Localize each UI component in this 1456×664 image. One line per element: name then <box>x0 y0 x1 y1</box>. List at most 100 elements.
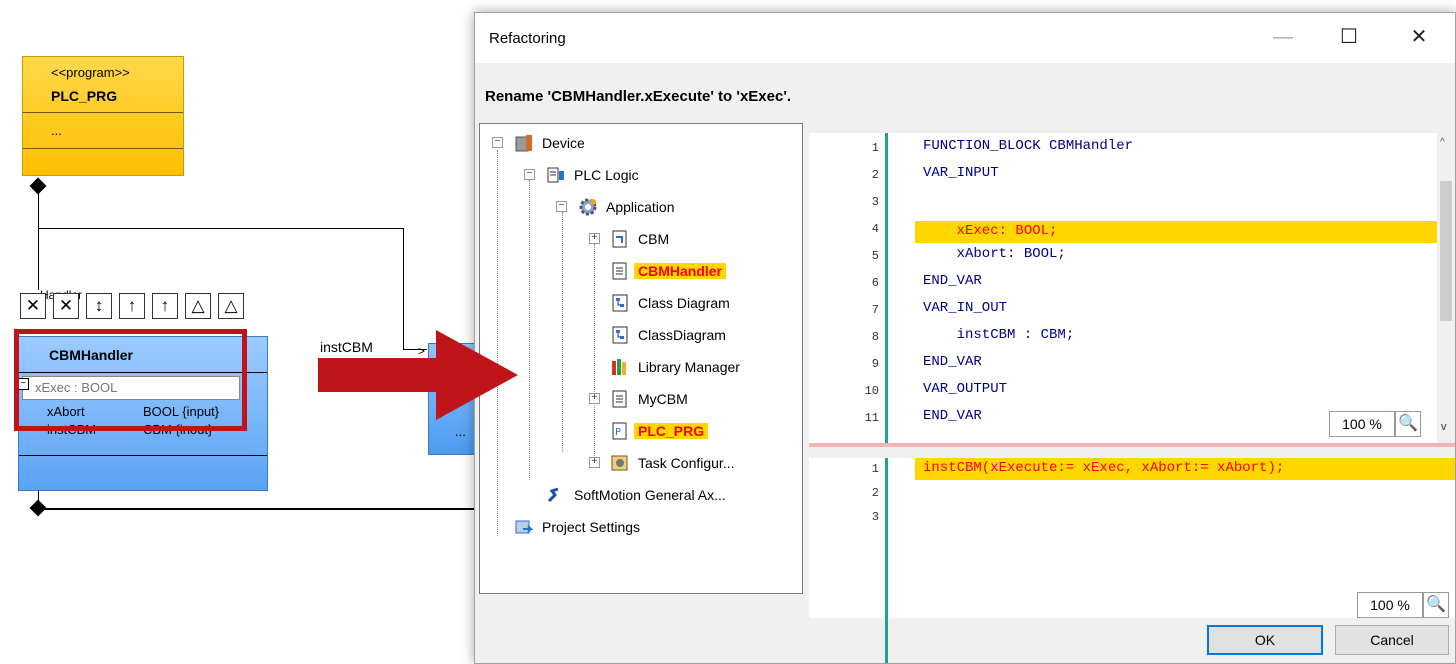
editor-gutter <box>885 458 888 663</box>
line-number: 9 <box>871 357 879 371</box>
library-icon <box>610 357 630 377</box>
tree-item-label: ClassDiagram <box>638 327 726 343</box>
zoom-icon[interactable]: 🔍 <box>1395 411 1421 437</box>
tree-item-label: SoftMotion General Ax... <box>574 487 726 503</box>
zoom-level-bottom[interactable]: 100 % <box>1357 592 1423 618</box>
realization-tool-button[interactable]: △ <box>218 293 244 319</box>
line-number: 2 <box>871 168 879 182</box>
line-number: 4 <box>871 222 879 236</box>
line-number: 1 <box>871 141 879 155</box>
line-number: 3 <box>871 510 879 524</box>
svg-text:P: P <box>615 427 621 438</box>
collapse-icon[interactable]: − <box>492 137 503 148</box>
line-number: 6 <box>871 276 879 290</box>
collapse-icon[interactable]: − <box>556 201 567 212</box>
declaration-editor[interactable]: 1 FUNCTION_BLOCK CBMHandler 2 VAR_INPUT … <box>809 133 1455 443</box>
tree-item-label: CBM <box>638 231 670 247</box>
code-line: VAR_INPUT <box>923 165 999 181</box>
line-number: 11 <box>864 411 879 425</box>
dialog-titlebar[interactable]: Refactoring — ☐ ✕ <box>475 13 1455 63</box>
expand-icon[interactable]: + <box>589 393 600 404</box>
rename-description: Rename 'CBMHandler.xExecute' to 'xExec'. <box>485 88 792 105</box>
editor-gutter <box>885 133 888 443</box>
code-line: END_VAR <box>923 354 982 370</box>
bottom-line <box>44 508 474 510</box>
collapse-icon[interactable]: − <box>524 169 535 180</box>
code-line: VAR_IN_OUT <box>923 300 1008 316</box>
tree-item-label: Device <box>542 135 585 151</box>
scroll-down-icon[interactable]: v <box>1441 421 1447 433</box>
callout-arrow-icon <box>318 330 518 420</box>
composition-line <box>38 178 39 290</box>
tree-item-label: Task Configur... <box>638 455 735 471</box>
zoom-icon[interactable]: 🔍 <box>1423 592 1449 618</box>
fb-divider <box>19 455 267 456</box>
task-config-icon <box>610 453 630 473</box>
tree-item-label: PLC Logic <box>574 167 639 183</box>
aggregation-tool-button[interactable]: ✕ <box>53 293 79 319</box>
code-line: END_VAR <box>923 408 982 424</box>
composition-tool-button[interactable]: ✕ <box>20 293 46 319</box>
class-diagram-icon <box>610 293 630 313</box>
dependency-tool-button[interactable]: ↕ <box>86 293 112 319</box>
program-name: PLC_PRG <box>51 88 118 104</box>
tree-item-label: Project Settings <box>542 519 641 535</box>
extends-tool-button[interactable]: △ <box>185 293 211 319</box>
close-button[interactable]: ✕ <box>1397 19 1441 55</box>
composition-diamond-icon <box>29 177 47 195</box>
program-ellipsis: ... <box>51 123 62 138</box>
scroll-up-icon[interactable]: ^ <box>1440 137 1445 148</box>
association-line <box>38 228 404 229</box>
scrollbar-thumb[interactable] <box>1440 181 1452 321</box>
project-tree[interactable]: − Device − PLC Logic − Application + CBM… <box>479 123 803 594</box>
inheritance-tool-button[interactable]: ↑ <box>119 293 145 319</box>
code-line: FUNCTION_BLOCK CBMHandler <box>923 138 1134 154</box>
editor-splitter[interactable] <box>809 443 1455 447</box>
refactoring-dialog: Refactoring — ☐ ✕ Rename 'CBMHandler.xEx… <box>474 12 1456 664</box>
line-number: 1 <box>871 462 879 476</box>
pou-icon <box>610 229 630 249</box>
application-gear-icon <box>578 197 598 217</box>
code-line: instCBM : CBM; <box>923 327 1075 343</box>
pou-icon <box>610 261 630 281</box>
vertical-scrollbar[interactable]: ^ v <box>1437 133 1455 443</box>
uml-program-box[interactable]: <<program>> PLC_PRG ... <box>22 56 184 176</box>
implements-tool-button[interactable]: ↑ <box>152 293 178 319</box>
code-line: xAbort: BOOL; <box>923 246 1066 262</box>
tree-connector <box>594 244 595 458</box>
code-line: VAR_OUTPUT <box>923 381 1008 397</box>
line-number: 3 <box>871 195 879 209</box>
line-number: 10 <box>864 384 879 398</box>
ok-button[interactable]: OK <box>1207 625 1323 655</box>
implementation-editor[interactable]: 1 instCBM(xExecute:= xExec, xAbort:= xAb… <box>809 458 1455 663</box>
tree-item-label: Library Manager <box>638 359 740 375</box>
program-divider <box>23 148 183 149</box>
tree-item-label: Class Diagram <box>638 295 730 311</box>
line-number: 5 <box>871 249 879 263</box>
tree-item-label: Application <box>606 199 675 215</box>
code-line-renamed: instCBM(xExecute:= xExec, xAbort:= xAbor… <box>923 460 1285 476</box>
program-stereotype: <<program>> <box>51 65 130 80</box>
pou-icon <box>610 389 630 409</box>
plc-logic-icon <box>546 165 566 185</box>
relation-toolbar: ✕ ✕ ↕ ↑ ↑ △ △ <box>20 293 310 319</box>
tree-item-label: CBMHandler <box>634 263 727 279</box>
fb-ellipsis: ... <box>455 424 466 439</box>
expand-icon[interactable]: + <box>589 457 600 468</box>
code-line: END_VAR <box>923 273 982 289</box>
tree-item-label: MyCBM <box>638 391 688 407</box>
minimize-button[interactable]: — <box>1261 19 1305 55</box>
expand-icon[interactable]: + <box>589 233 600 244</box>
zoom-level-top[interactable]: 100 % <box>1329 411 1395 437</box>
dialog-title: Refactoring <box>489 30 566 47</box>
cancel-button[interactable]: Cancel <box>1335 625 1449 655</box>
program-divider <box>23 112 183 113</box>
line-number: 7 <box>871 303 879 317</box>
tree-connector <box>562 212 563 452</box>
callout-highlight-box <box>14 329 247 431</box>
code-line-renamed: xExec: BOOL; <box>923 223 1058 239</box>
class-diagram-icon <box>610 325 630 345</box>
project-settings-icon <box>514 517 534 537</box>
line-number: 8 <box>871 330 879 344</box>
maximize-button[interactable]: ☐ <box>1327 19 1371 55</box>
